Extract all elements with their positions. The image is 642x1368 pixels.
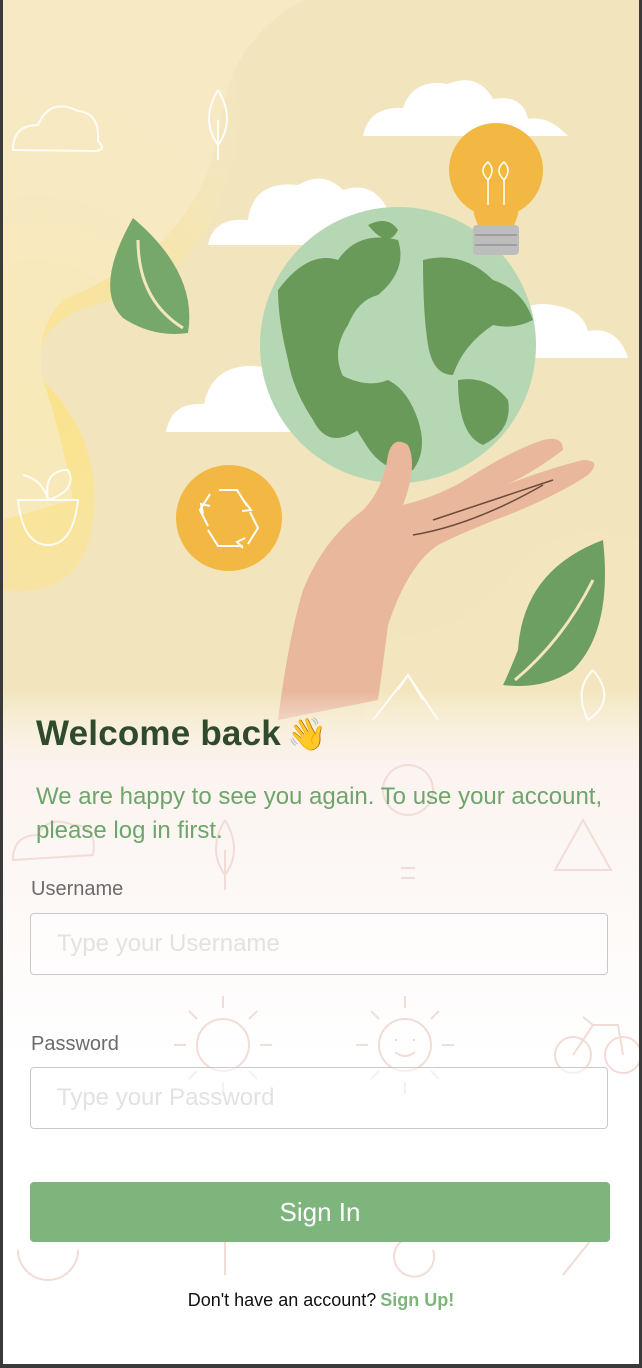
username-label: Username (31, 878, 124, 900)
waving-hand-icon: 👋 (286, 716, 327, 752)
welcome-subtitle: We are happy to see you again. To use yo… (36, 783, 603, 844)
username-input[interactable] (30, 913, 608, 975)
password-label: Password (31, 1033, 119, 1055)
sign-in-button[interactable]: Sign In (30, 1182, 610, 1242)
welcome-title: Welcome back 👋 (36, 714, 327, 754)
password-input[interactable] (30, 1067, 608, 1129)
login-screen: Welcome back 👋 We are happy to see you ag… (3, 0, 639, 1364)
welcome-title-text: Welcome back (36, 714, 281, 753)
signup-prompt-text: Don't have an account? (187, 1290, 377, 1310)
signup-prompt: Don't have an account? Sign Up! (3, 1290, 639, 1311)
sign-up-link[interactable]: Sign Up! (380, 1290, 454, 1310)
login-form: Welcome back 👋 We are happy to see you ag… (3, 0, 639, 1364)
